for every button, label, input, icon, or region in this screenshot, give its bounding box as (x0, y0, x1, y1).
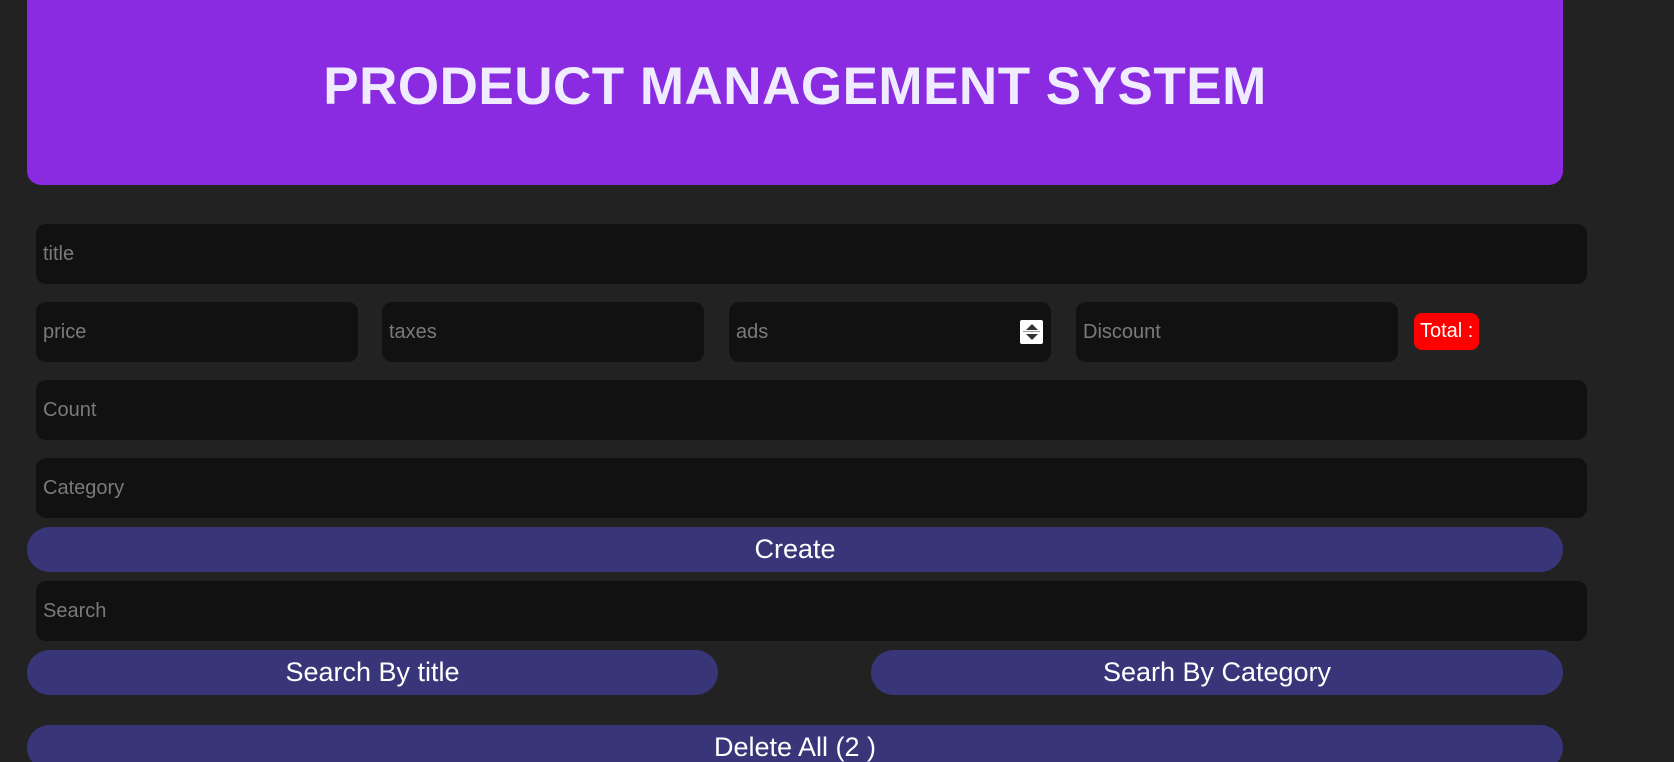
ads-input[interactable] (729, 302, 1051, 362)
title-input[interactable] (36, 224, 1587, 284)
page-title: PRODEUCT MANAGEMENT SYSTEM (323, 57, 1267, 116)
spinner-down-icon[interactable] (1026, 334, 1038, 340)
search-by-category-button[interactable]: Searh By Category (871, 650, 1563, 695)
search-by-title-button[interactable]: Search By title (27, 650, 718, 695)
spinner-up-icon[interactable] (1026, 324, 1038, 330)
discount-input[interactable] (1076, 302, 1398, 362)
total-badge: Total : (1414, 313, 1480, 350)
create-button[interactable]: Create (27, 527, 1563, 572)
ads-spinner[interactable] (1020, 320, 1043, 344)
header-banner: PRODEUCT MANAGEMENT SYSTEM (27, 0, 1563, 185)
search-input[interactable] (36, 581, 1587, 641)
count-input[interactable] (36, 380, 1587, 440)
spinner-divider (1023, 331, 1040, 332)
delete-all-button[interactable]: Delete All (2 ) (27, 725, 1563, 762)
product-management-page: PRODEUCT MANAGEMENT SYSTEM Total : Creat… (0, 0, 1674, 762)
category-input[interactable] (36, 458, 1587, 518)
price-input[interactable] (36, 302, 358, 362)
taxes-input[interactable] (382, 302, 704, 362)
